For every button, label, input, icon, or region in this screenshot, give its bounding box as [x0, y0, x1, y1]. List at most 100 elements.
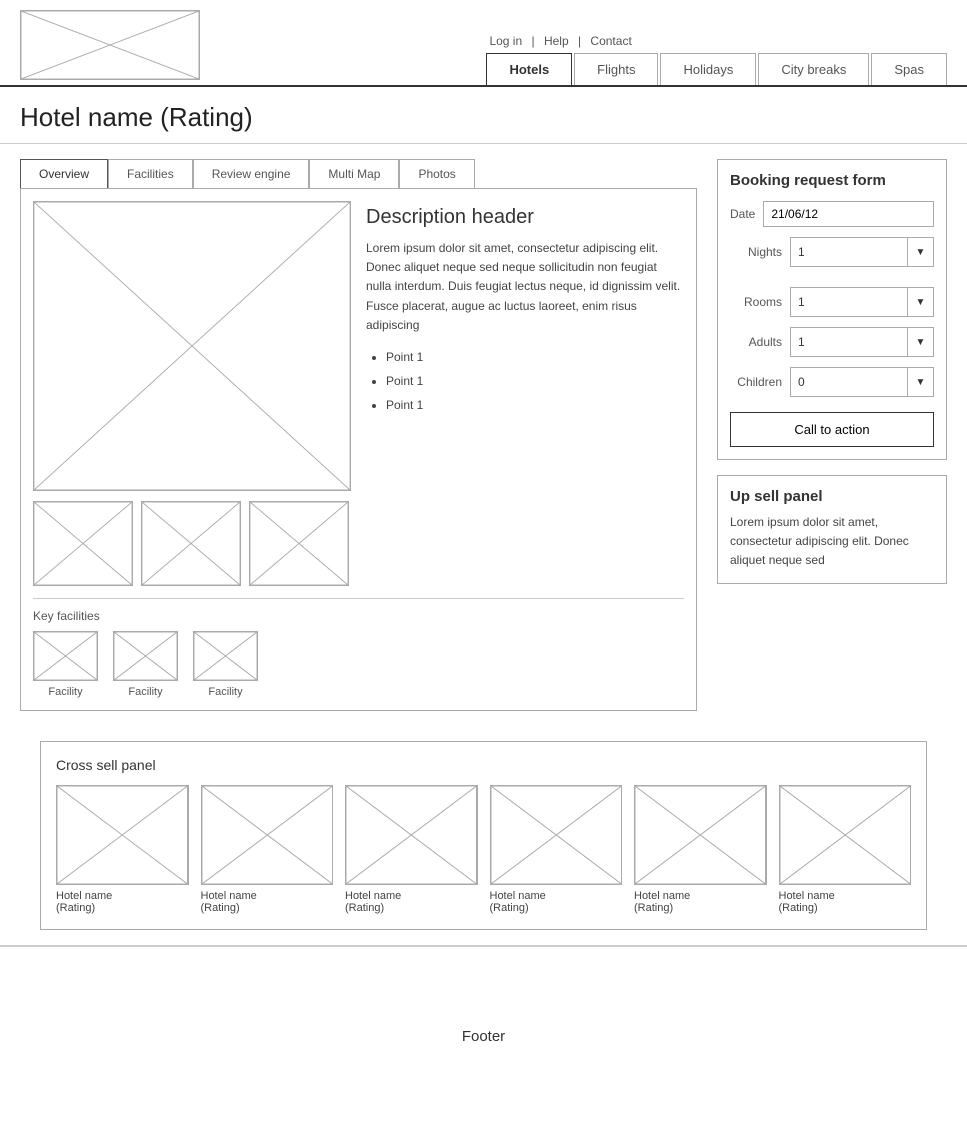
cross-sell-img-2 — [201, 785, 334, 885]
content-tab-review[interactable]: Review engine — [193, 159, 310, 188]
upsell-text: Lorem ipsum dolor sit amet, consectetur … — [730, 513, 934, 571]
children-label: Children — [730, 375, 790, 389]
tab-holidays[interactable]: Holidays — [660, 53, 756, 85]
cross-sell-item-1[interactable]: Hotel name(Rating) — [56, 785, 189, 914]
cross-sell-item-6[interactable]: Hotel name(Rating) — [779, 785, 912, 914]
children-arrow[interactable]: ▼ — [907, 368, 933, 396]
cross-sell-label-5: Hotel name(Rating) — [634, 890, 767, 914]
nights-arrow[interactable]: ▼ — [907, 238, 933, 266]
bullet-2: Point 1 — [386, 369, 684, 393]
top-nav-links: Log in | Help | Contact — [486, 29, 634, 48]
facilities-label: Key facilities — [33, 609, 684, 623]
tab-spas[interactable]: Spas — [871, 53, 947, 85]
cross-sell-item-3[interactable]: Hotel name(Rating) — [345, 785, 478, 914]
content-tab-multimap[interactable]: Multi Map — [309, 159, 399, 188]
rooms-label: Rooms — [730, 295, 790, 309]
sidebar: Booking request form Date Nights 1 ▼ Roo… — [717, 159, 947, 711]
overview-layout: Description header Lorem ipsum dolor sit… — [33, 201, 684, 586]
children-row: Children 0 ▼ — [730, 367, 934, 397]
cross-sell-title: Cross sell panel — [56, 757, 911, 773]
facility-label-2: Facility — [128, 686, 162, 698]
content-tabs: Overview Facilities Review engine Multi … — [20, 159, 697, 188]
nights-select[interactable]: 1 ▼ — [790, 237, 934, 267]
cross-sell-label-6: Hotel name(Rating) — [779, 890, 912, 914]
cross-sell-wrapper: Cross sell panel Hotel name(Rating) Hote… — [0, 726, 967, 945]
date-row: Date — [730, 201, 934, 227]
content-area: Overview Facilities Review engine Multi … — [20, 159, 697, 711]
cross-sell-img-4 — [490, 785, 623, 885]
adults-row: Adults 1 ▼ — [730, 327, 934, 357]
adults-arrow[interactable]: ▼ — [907, 328, 933, 356]
facility-label-1: Facility — [48, 686, 82, 698]
cross-sell-grid: Hotel name(Rating) Hotel name(Rating) Ho… — [56, 785, 911, 914]
facility-img-1 — [33, 631, 98, 681]
description-header: Description header — [366, 206, 684, 229]
facility-item-1: Facility — [33, 631, 98, 698]
cross-sell-label-2: Hotel name(Rating) — [201, 890, 334, 914]
rooms-arrow[interactable]: ▼ — [907, 288, 933, 316]
cross-sell-item-2[interactable]: Hotel name(Rating) — [201, 785, 334, 914]
tab-flights[interactable]: Flights — [574, 53, 658, 85]
content-tab-overview[interactable]: Overview — [20, 159, 108, 188]
help-link[interactable]: Help — [544, 34, 569, 48]
thumb-3[interactable] — [249, 501, 349, 586]
booking-form: Booking request form Date Nights 1 ▼ Roo… — [717, 159, 947, 460]
cross-sell-item-5[interactable]: Hotel name(Rating) — [634, 785, 767, 914]
footer-label: Footer — [462, 1028, 505, 1045]
adults-label: Adults — [730, 335, 790, 349]
adults-value: 1 — [791, 330, 907, 354]
bullet-1: Point 1 — [386, 345, 684, 369]
tab-city-breaks[interactable]: City breaks — [758, 53, 869, 85]
content-tab-facilities[interactable]: Facilities — [108, 159, 193, 188]
main-hotel-image — [33, 201, 351, 491]
cross-sell-label-3: Hotel name(Rating) — [345, 890, 478, 914]
cross-sell-label-4: Hotel name(Rating) — [490, 890, 623, 914]
facility-img-2 — [113, 631, 178, 681]
description-body: Lorem ipsum dolor sit amet, consectetur … — [366, 239, 684, 335]
bullet-list: Point 1 Point 1 Point 1 — [366, 345, 684, 417]
date-label: Date — [730, 207, 763, 221]
cta-button[interactable]: Call to action — [730, 412, 934, 447]
key-facilities-section: Key facilities Facility Facility — [33, 598, 684, 698]
cross-sell-img-3 — [345, 785, 478, 885]
facility-label-3: Facility — [208, 686, 242, 698]
login-link[interactable]: Log in — [489, 34, 522, 48]
header-right: Log in | Help | Contact Hotels Flights H… — [486, 29, 947, 85]
facility-img-3 — [193, 631, 258, 681]
footer: Footer — [0, 945, 967, 1125]
date-input[interactable] — [763, 201, 934, 227]
cross-sell-item-4[interactable]: Hotel name(Rating) — [490, 785, 623, 914]
upsell-title: Up sell panel — [730, 488, 934, 505]
facility-item-2: Facility — [113, 631, 178, 698]
page-title: Hotel name (Rating) — [20, 102, 947, 133]
rooms-row: Rooms 1 ▼ — [730, 287, 934, 317]
contact-link[interactable]: Contact — [590, 34, 631, 48]
upsell-panel: Up sell panel Lorem ipsum dolor sit amet… — [717, 475, 947, 584]
main-nav: Hotels Flights Holidays City breaks Spas — [486, 53, 947, 85]
children-select[interactable]: 0 ▼ — [790, 367, 934, 397]
adults-select[interactable]: 1 ▼ — [790, 327, 934, 357]
thumbnail-row — [33, 501, 351, 586]
facilities-row: Facility Facility Facility — [33, 631, 684, 698]
bullet-3: Point 1 — [386, 393, 684, 417]
cross-sell-img-1 — [56, 785, 189, 885]
tab-content-box: Description header Lorem ipsum dolor sit… — [20, 188, 697, 711]
facility-item-3: Facility — [193, 631, 258, 698]
nights-label: Nights — [730, 245, 790, 259]
rooms-select[interactable]: 1 ▼ — [790, 287, 934, 317]
overview-left — [33, 201, 351, 586]
content-tab-photos[interactable]: Photos — [399, 159, 474, 188]
thumb-2[interactable] — [141, 501, 241, 586]
logo — [20, 10, 200, 80]
thumb-1[interactable] — [33, 501, 133, 586]
header: Log in | Help | Contact Hotels Flights H… — [0, 0, 967, 87]
tab-hotels[interactable]: Hotels — [486, 53, 572, 85]
nights-value: 1 — [791, 240, 907, 264]
nights-row: Nights 1 ▼ — [730, 237, 934, 267]
cross-sell-panel: Cross sell panel Hotel name(Rating) Hote… — [40, 741, 927, 930]
cross-sell-label-1: Hotel name(Rating) — [56, 890, 189, 914]
cross-sell-img-5 — [634, 785, 767, 885]
page-title-area: Hotel name (Rating) — [0, 87, 967, 144]
children-value: 0 — [791, 370, 907, 394]
rooms-value: 1 — [791, 290, 907, 314]
